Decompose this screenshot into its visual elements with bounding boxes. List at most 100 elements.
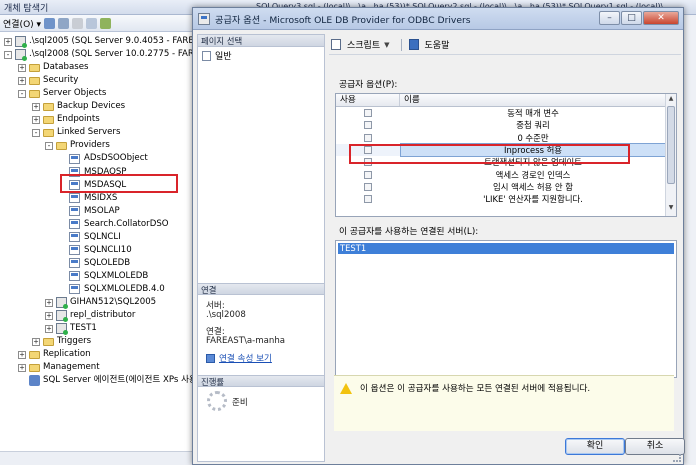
page-item-general[interactable]: 일반 bbox=[198, 47, 324, 64]
tree-node[interactable]: + GIHAN512\SQL2005 bbox=[45, 296, 156, 309]
close-button[interactable]: ✕ bbox=[643, 11, 679, 25]
table-row[interactable]: 중첩 쿼리 bbox=[336, 119, 676, 131]
tree-node[interactable]: + Triggers bbox=[32, 335, 91, 348]
expand-icon[interactable]: + bbox=[18, 363, 26, 372]
provider-icon bbox=[69, 232, 80, 243]
expand-icon[interactable]: + bbox=[32, 102, 40, 111]
tree-node[interactable]: + Security bbox=[18, 74, 78, 87]
view-connection-properties-link[interactable]: 연결 속성 보기 bbox=[206, 352, 272, 364]
connect-icon[interactable] bbox=[44, 17, 56, 29]
tree-node[interactable]: + .\sql2005 (SQL Server 9.0.4053 - FAREAS… bbox=[4, 35, 213, 48]
expand-icon[interactable]: + bbox=[18, 350, 26, 359]
tree-node[interactable]: - Server Objects bbox=[18, 87, 106, 100]
script-button[interactable]: 스크립트 bbox=[347, 38, 380, 51]
tree-node-label: SQLNCLI10 bbox=[84, 244, 132, 255]
table-row[interactable]: 'LIKE' 연산자를 지원합니다. bbox=[336, 193, 676, 205]
collapse-icon[interactable]: - bbox=[45, 141, 53, 150]
connect-dropdown[interactable]: 연결(O) ▾ bbox=[3, 17, 41, 30]
server-icon bbox=[56, 323, 68, 336]
column-header-enabled[interactable]: 사용 bbox=[336, 94, 400, 106]
info-note: 이 옵션은 이 공급자를 사용하는 모든 연결된 서버에 적용됩니다. bbox=[334, 375, 674, 431]
enabled-checkbox[interactable] bbox=[364, 133, 372, 142]
tree-node-label: SQL Server 에이전트(에이전트 XPs 사용 bbox=[43, 375, 197, 386]
collapse-icon[interactable]: - bbox=[18, 89, 26, 98]
maximize-button[interactable]: □ bbox=[621, 11, 642, 25]
provider-icon bbox=[69, 245, 80, 256]
expand-icon[interactable]: + bbox=[4, 37, 12, 46]
tree-node[interactable]: SQL Server 에이전트(에이전트 XPs 사용 bbox=[29, 374, 197, 387]
cancel-button[interactable]: 취소 bbox=[625, 438, 685, 455]
tree-node[interactable]: - .\sql2008 (SQL Server 10.0.2775 - FAREA… bbox=[4, 48, 219, 62]
expand-icon[interactable]: + bbox=[18, 76, 26, 85]
enabled-checkbox[interactable] bbox=[364, 170, 372, 179]
script-dropdown-arrow-icon[interactable]: ▼ bbox=[384, 41, 389, 49]
expand-icon[interactable]: + bbox=[45, 324, 53, 333]
tree-node[interactable]: + Replication bbox=[18, 348, 91, 361]
disconnect-icon[interactable] bbox=[58, 17, 70, 29]
option-name: 중첩 쿼리 bbox=[516, 120, 550, 131]
scroll-thumb[interactable] bbox=[667, 106, 675, 184]
tree-node[interactable]: SQLXMLOLEDB bbox=[69, 270, 148, 283]
collapse-icon[interactable]: - bbox=[32, 128, 40, 137]
tree-node[interactable]: SQLXMLOLEDB.4.0 bbox=[69, 283, 165, 296]
grid-vertical-scrollbar[interactable]: ▲ ▼ bbox=[665, 94, 676, 216]
minimize-button[interactable]: – bbox=[599, 11, 620, 25]
refresh-icon[interactable] bbox=[100, 17, 112, 29]
table-row[interactable]: 동적 매개 변수 bbox=[336, 107, 676, 119]
tree-node-label: .\sql2005 (SQL Server 9.0.4053 - FAREAST… bbox=[29, 36, 214, 46]
dialog-left-pane: 페이지 선택 일반 연결 서버: .\sql2008 연결: FAREAST\a… bbox=[197, 34, 325, 462]
scroll-down-icon[interactable]: ▼ bbox=[667, 204, 675, 213]
expand-icon[interactable]: + bbox=[32, 115, 40, 124]
tree-node[interactable]: MSIDXS bbox=[69, 192, 117, 205]
column-header-name[interactable]: 이름 bbox=[400, 94, 666, 106]
tree-node[interactable]: MSOLAP bbox=[69, 205, 120, 218]
table-row[interactable]: 0 수준만 bbox=[336, 132, 676, 144]
script-icon bbox=[331, 39, 341, 50]
tree-node[interactable]: + repl_distributor bbox=[45, 309, 135, 323]
tree-node[interactable]: + Databases bbox=[18, 61, 88, 74]
document-vertical-scrollbar[interactable] bbox=[683, 15, 696, 465]
object-explorer-horizontal-scrollbar[interactable] bbox=[0, 451, 200, 465]
tree-node[interactable]: + TEST1 bbox=[45, 322, 97, 336]
table-row[interactable]: 임시 액세스 허용 안 함 bbox=[336, 181, 676, 193]
grid-header: 사용 이름 bbox=[336, 94, 676, 107]
enabled-cell bbox=[336, 182, 400, 191]
resize-grip-icon[interactable] bbox=[673, 454, 681, 462]
enabled-checkbox[interactable] bbox=[364, 121, 372, 130]
expand-icon[interactable]: + bbox=[45, 311, 53, 320]
tree-node[interactable]: SQLOLEDB bbox=[69, 257, 130, 270]
server-icon bbox=[15, 36, 27, 48]
table-row[interactable]: 액세스 경로인 인덱스 bbox=[336, 168, 676, 180]
tree-node[interactable]: + Management bbox=[18, 361, 100, 374]
tree-node[interactable]: + Backup Devices bbox=[32, 100, 125, 113]
tree-node-label: MSIDXS bbox=[84, 192, 118, 203]
expand-icon[interactable]: + bbox=[32, 337, 40, 346]
expand-icon[interactable]: + bbox=[45, 298, 53, 307]
tree-node[interactable]: Search.CollatorDSO bbox=[69, 218, 169, 231]
tree-node-label: MSOLAP bbox=[84, 205, 120, 216]
option-name: 'LIKE' 연산자를 지원합니다. bbox=[483, 194, 583, 205]
help-button[interactable]: 도움말 bbox=[425, 38, 450, 51]
tree-node-label: SQLOLEDB bbox=[84, 257, 131, 268]
enabled-checkbox[interactable] bbox=[364, 195, 372, 204]
scroll-up-icon[interactable]: ▲ bbox=[667, 95, 675, 104]
collapse-icon[interactable]: - bbox=[4, 50, 12, 59]
stop-icon[interactable] bbox=[72, 17, 84, 29]
enabled-checkbox[interactable] bbox=[364, 109, 372, 118]
filter-icon[interactable] bbox=[86, 17, 98, 29]
tree-node[interactable]: + Endpoints bbox=[32, 113, 100, 126]
tree-node[interactable]: - Providers bbox=[45, 139, 110, 152]
tree-node[interactable]: SQLNCLI bbox=[69, 231, 121, 244]
enabled-checkbox[interactable] bbox=[364, 182, 372, 191]
enabled-cell bbox=[336, 195, 400, 204]
tree-node[interactable]: ADsDSOObject bbox=[69, 152, 148, 165]
progress-spinner-icon bbox=[207, 391, 227, 411]
list-item[interactable]: TEST1 bbox=[338, 243, 674, 254]
tree-node[interactable]: - Linked Servers bbox=[32, 126, 120, 139]
folder-icon bbox=[29, 76, 40, 85]
expand-icon[interactable]: + bbox=[18, 63, 26, 72]
dialog-title-bar[interactable]: 공급자 옵션 - Microsoft OLE DB Provider for O… bbox=[193, 8, 683, 30]
linked-servers-list[interactable]: TEST1 bbox=[335, 240, 677, 378]
ok-button[interactable]: 확인 bbox=[565, 438, 625, 455]
tree-node[interactable]: SQLNCLI10 bbox=[69, 244, 132, 257]
